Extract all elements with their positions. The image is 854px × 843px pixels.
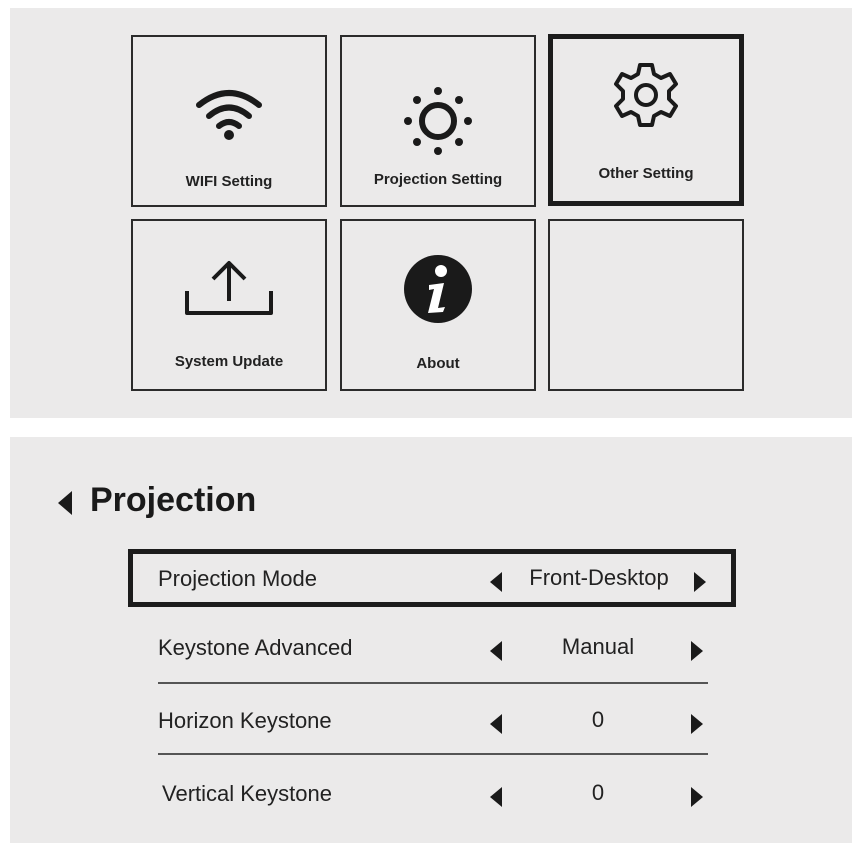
tile-label: Projection Setting [373,171,503,188]
arrow-left-icon[interactable] [490,787,502,812]
row-divider [158,753,708,755]
setting-value: 0 [591,780,605,805]
setting-value: 0 [591,707,605,732]
arrow-right-icon[interactable] [691,787,703,812]
tile-empty[interactable] [548,219,744,391]
tile-other-setting[interactable]: Other Setting [548,34,744,206]
arrow-right-icon[interactable] [691,641,703,666]
tile-label: WIFI Setting [185,173,273,190]
setting-row-vertical-keystone[interactable]: Vertical Keystone 0 [128,766,736,824]
setting-row-projection-mode[interactable]: Projection Mode Front-Desktop [128,549,736,607]
setting-label: Horizon Keystone [158,708,332,733]
arrow-left-icon[interactable] [490,714,502,739]
setting-row-keystone-advanced[interactable]: Keystone Advanced Manual [128,620,736,678]
arrow-right-icon[interactable] [691,714,703,739]
tile-label: About [416,355,460,372]
back-arrow-icon[interactable] [58,491,74,520]
settings-menu-panel: WIFI Setting Projection Setting Other Se… [10,8,852,418]
arrow-left-icon[interactable] [490,641,502,666]
page-title: Projection [90,481,257,519]
setting-label: Vertical Keystone [162,781,332,806]
tile-about[interactable]: About [340,219,536,391]
setting-label: Projection Mode [158,566,317,591]
row-divider [158,682,708,684]
setting-label: Keystone Advanced [158,635,353,660]
tile-label: Other Setting [598,165,694,182]
sun-icon [342,83,534,159]
upload-icon [133,257,325,319]
setting-row-horizon-keystone[interactable]: Horizon Keystone 0 [128,693,736,751]
tile-label: System Update [174,353,284,370]
tile-wifi-setting[interactable]: WIFI Setting [131,35,327,207]
tile-projection-setting[interactable]: Projection Setting [340,35,536,207]
tile-system-update[interactable]: System Update [131,219,327,391]
arrow-left-icon[interactable] [490,572,502,597]
arrow-right-icon[interactable] [694,572,706,597]
wifi-icon [133,85,325,141]
projection-menu-panel: Projection Projection Mode Front-Desktop… [10,437,852,843]
setting-value: Manual [561,634,635,659]
info-icon [342,254,534,324]
gear-icon [553,59,739,131]
setting-value: Front-Desktop [529,565,669,590]
